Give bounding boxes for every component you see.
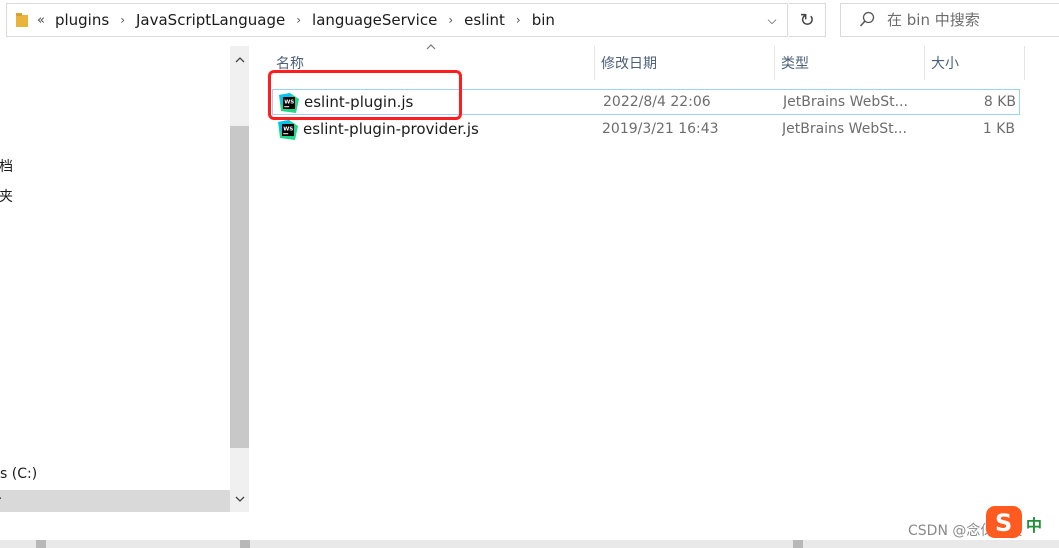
nav-item-folder[interactable]: 夹: [0, 186, 13, 206]
breadcrumb: « plugins › JavaScriptLanguage › languag…: [37, 4, 555, 36]
nav-item-selected-label: ·: [0, 492, 2, 507]
column-header-size[interactable]: 大小: [925, 46, 1025, 80]
breadcrumb-item-javascriptlanguage[interactable]: JavaScriptLanguage: [136, 11, 285, 29]
scroll-up-icon[interactable]: [230, 46, 249, 74]
file-size: 8 KB: [983, 94, 1016, 110]
file-type: JetBrains WebSt...: [783, 94, 908, 110]
chevron-down-icon[interactable]: ⌵: [757, 4, 787, 36]
file-size: 1 KB: [982, 121, 1015, 137]
search-input[interactable]: [887, 4, 1057, 36]
breadcrumb-item-plugins[interactable]: plugins: [55, 11, 109, 29]
scrollbar-thumb[interactable]: [230, 126, 249, 448]
folder-icon: [16, 13, 28, 27]
scrollbar-marker: [240, 540, 250, 548]
chevron-right-icon[interactable]: ›: [120, 13, 125, 27]
webstorm-file-icon: WS: [278, 120, 298, 140]
refresh-button[interactable]: ↻: [789, 3, 826, 37]
ime-mode-label[interactable]: 中: [1026, 512, 1042, 536]
file-date: 2019/3/21 16:43: [602, 121, 719, 137]
breadcrumb-item-languageservice[interactable]: languageService: [312, 11, 437, 29]
svg-text:S: S: [995, 509, 1012, 537]
breadcrumb-item-eslint[interactable]: eslint: [464, 11, 505, 29]
search-icon: [859, 11, 875, 27]
table-row[interactable]: WS eslint-plugin-provider.js 2019/3/21 1…: [272, 117, 1020, 143]
bottom-scrollbar[interactable]: [0, 540, 1059, 548]
column-header-date[interactable]: 修改日期: [595, 46, 775, 80]
sogou-ime-icon[interactable]: S: [984, 504, 1024, 540]
navigation-pane: 档 夹 s (C:) ·: [0, 46, 230, 512]
svg-text:WS: WS: [283, 127, 293, 133]
highlight-annotation: [268, 70, 462, 120]
nav-item-selected[interactable]: ·: [0, 490, 230, 512]
scrollbar-marker: [36, 540, 46, 548]
toolbar-row: « plugins › JavaScriptLanguage › languag…: [0, 0, 1059, 40]
nav-item-documents[interactable]: 档: [0, 156, 13, 176]
column-header-type[interactable]: 类型: [775, 46, 925, 80]
nav-scrollbar[interactable]: [230, 46, 249, 512]
chevron-right-icon[interactable]: ›: [516, 13, 521, 27]
chevron-right-icon[interactable]: ›: [296, 13, 301, 27]
chevron-right-icon[interactable]: ›: [448, 13, 453, 27]
breadcrumb-item-bin[interactable]: bin: [532, 11, 555, 29]
search-box[interactable]: [840, 3, 1059, 37]
nav-item-drive-c[interactable]: s (C:): [0, 466, 37, 482]
breadcrumb-overflow[interactable]: «: [37, 13, 45, 28]
address-bar[interactable]: « plugins › JavaScriptLanguage › languag…: [6, 3, 788, 37]
scrollbar-marker: [793, 540, 803, 548]
file-name: eslint-plugin-provider.js: [303, 120, 479, 138]
scroll-down-icon[interactable]: [230, 486, 249, 512]
file-date: 2022/8/4 22:06: [603, 94, 711, 110]
file-type: JetBrains WebSt...: [782, 121, 907, 137]
